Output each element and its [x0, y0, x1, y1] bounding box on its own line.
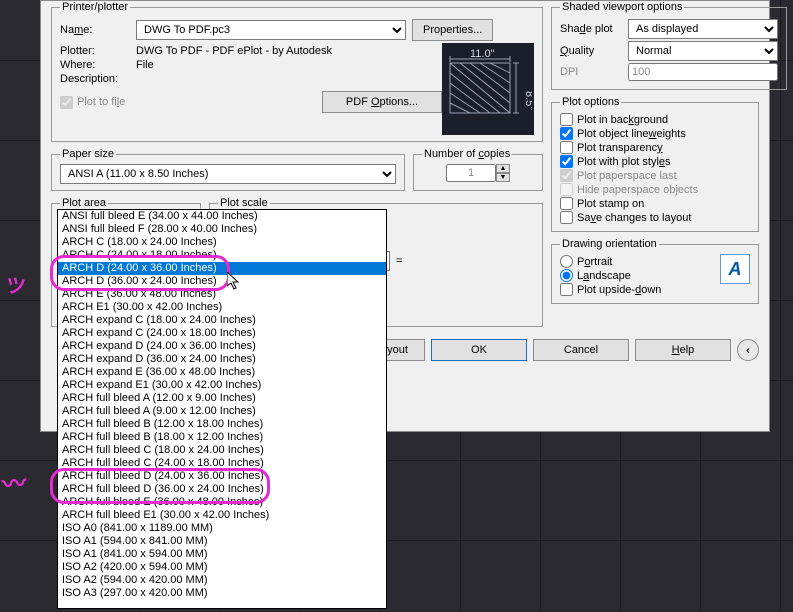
paper-size-option[interactable]: ARCH full bleed C (24.00 x 18.00 Inches) — [58, 457, 386, 470]
plot-area-legend: Plot area — [60, 197, 108, 209]
plot-transparency-label: Plot transparency — [577, 142, 663, 154]
pdf-options-button[interactable]: PDF Options... — [322, 91, 442, 113]
orientation-legend: Drawing orientation — [560, 238, 659, 250]
paper-size-option[interactable]: ARCH full bleed E1 (30.00 x 42.00 Inches… — [58, 509, 386, 522]
paper-size-option[interactable]: ARCH full bleed D (24.00 x 36.00 Inches) — [58, 470, 386, 483]
paper-size-option[interactable]: ARCH expand C (18.00 x 24.00 Inches) — [58, 314, 386, 327]
paper-size-option[interactable]: ISO A2 (594.00 x 420.00 MM) — [58, 574, 386, 587]
paper-size-option[interactable]: ARCH full bleed D (36.00 x 24.00 Inches) — [58, 483, 386, 496]
paper-size-option[interactable]: ARCH expand D (36.00 x 24.00 Inches) — [58, 353, 386, 366]
chevron-left-icon[interactable]: ‹ — [737, 339, 759, 361]
save-changes-checkbox[interactable] — [560, 211, 573, 224]
shade-plot-label: Shade plot — [560, 23, 622, 35]
printer-legend: Printer/plotter — [60, 1, 130, 13]
properties-button[interactable]: Properties... — [412, 19, 493, 41]
paper-size-option[interactable]: ANSI full bleed F (28.00 x 40.00 Inches) — [58, 223, 386, 236]
paper-size-option[interactable]: ARCH expand E (36.00 x 48.00 Inches) — [58, 366, 386, 379]
paper-size-option[interactable]: ARCH expand D (24.00 x 36.00 Inches) — [58, 340, 386, 353]
plot-stamp-label: Plot stamp on — [577, 198, 644, 210]
plot-lineweights-label: Plot object lineweights — [577, 128, 686, 140]
hide-paperspace-label: Hide paperspace objects — [577, 184, 698, 196]
description-label: Description: — [60, 73, 130, 85]
plot-stamp-checkbox[interactable] — [560, 197, 573, 210]
plot-options-group: Plot options Plot in background Plot obj… — [551, 96, 759, 232]
plot-styles-checkbox[interactable] — [560, 155, 573, 168]
plot-transparency-checkbox[interactable] — [560, 141, 573, 154]
landscape-radio[interactable] — [560, 269, 573, 282]
paper-size-option[interactable]: ARCH D (36.00 x 24.00 Inches) — [58, 275, 386, 288]
upside-down-label: Plot upside-down — [577, 284, 661, 296]
copies-legend: Number of copies — [422, 148, 512, 160]
paper-size-option[interactable]: ARCH expand E1 (30.00 x 42.00 Inches) — [58, 379, 386, 392]
shaded-viewport-group: Shaded viewport options Shade plot As di… — [551, 1, 787, 90]
save-changes-label: Save changes to layout — [577, 212, 691, 224]
paper-size-option[interactable]: ISO A0 (841.00 x 1189.00 MM) — [58, 522, 386, 535]
ok-button[interactable]: OK — [431, 339, 527, 361]
paper-size-option[interactable]: ISO A2 (420.00 x 594.00 MM) — [58, 561, 386, 574]
plot-to-file-label: Plot to file — [77, 96, 125, 108]
landscape-label: Landscape — [577, 270, 631, 282]
dpi-input — [628, 63, 778, 81]
plot-background-label: Plot in background — [577, 114, 668, 126]
orientation-a-icon: A — [720, 254, 750, 284]
plotter-label: Plotter: — [60, 45, 130, 57]
plot-lineweights-checkbox[interactable] — [560, 127, 573, 140]
paper-size-option[interactable]: ARCH C (24.00 x 18.00 Inches) — [58, 249, 386, 262]
paper-size-option[interactable]: ARCH full bleed B (12.00 x 18.00 Inches) — [58, 418, 386, 431]
quality-select[interactable]: Normal — [628, 41, 778, 61]
paper-size-dropdown-list[interactable]: ANSI full bleed E (34.00 x 44.00 Inches)… — [57, 209, 387, 609]
plot-paperspace-checkbox — [560, 169, 573, 182]
copies-input[interactable] — [446, 164, 496, 182]
dpi-label: DPI — [560, 66, 622, 78]
paper-size-option[interactable]: ANSI full bleed E (34.00 x 44.00 Inches) — [58, 210, 386, 223]
paper-size-option[interactable]: ISO A1 (841.00 x 594.00 MM) — [58, 548, 386, 561]
orientation-group: Drawing orientation Portrait Landscape P… — [551, 238, 759, 304]
preview-height: 8.5" — [523, 91, 532, 110]
quality-label: Quality — [560, 45, 622, 57]
preview-width: 11.0" — [470, 48, 495, 60]
paper-size-option[interactable]: ARCH E1 (30.00 x 42.00 Inches) — [58, 301, 386, 314]
shade-plot-select[interactable]: As displayed — [628, 19, 778, 39]
upside-down-checkbox[interactable] — [560, 283, 573, 296]
plot-options-legend: Plot options — [560, 96, 621, 108]
paper-size-option[interactable]: ISO A3 (297.00 x 420.00 MM) — [58, 587, 386, 600]
printer-plotter-group: Printer/plotter Name: DWG To PDF.pc3 Pro… — [51, 1, 543, 142]
paper-size-option[interactable]: ARCH expand C (24.00 x 18.00 Inches) — [58, 327, 386, 340]
plotter-value: DWG To PDF - PDF ePlot - by Autodesk — [136, 45, 332, 57]
name-label: Name: — [60, 24, 130, 36]
plot-paperspace-label: Plot paperspace last — [577, 170, 677, 182]
equals-label: = — [396, 255, 402, 267]
plot-background-checkbox[interactable] — [560, 113, 573, 126]
paper-size-option[interactable]: ARCH full bleed E (36.00 x 48.00 Inches) — [58, 496, 386, 509]
paper-size-option[interactable]: ARCH D (24.00 x 36.00 Inches) — [58, 262, 386, 275]
shaded-legend: Shaded viewport options — [560, 1, 684, 13]
portrait-label: Portrait — [577, 256, 612, 268]
where-value: File — [136, 59, 154, 71]
paper-size-option[interactable]: ARCH full bleed A (9.00 x 12.00 Inches) — [58, 405, 386, 418]
portrait-radio[interactable] — [560, 255, 573, 268]
plot-scale-legend: Plot scale — [218, 197, 270, 209]
paper-size-select[interactable]: ANSI A (11.00 x 8.50 Inches) — [60, 164, 396, 184]
paper-size-option[interactable]: ISO A1 (594.00 x 841.00 MM) — [58, 535, 386, 548]
paper-size-option[interactable]: ARCH C (18.00 x 24.00 Inches) — [58, 236, 386, 249]
plotter-preview: 11.0" 8.5" — [442, 43, 534, 135]
paper-size-group: Paper size ANSI A (11.00 x 8.50 Inches) — [51, 148, 405, 191]
paper-size-option[interactable]: ARCH full bleed C (18.00 x 24.00 Inches) — [58, 444, 386, 457]
help-button[interactable]: Help — [635, 339, 731, 361]
copies-spinner[interactable]: ▲▼ — [496, 164, 510, 182]
paper-size-option[interactable]: ARCH E (36.00 x 48.00 Inches) — [58, 288, 386, 301]
where-label: Where: — [60, 59, 130, 71]
paper-size-option[interactable]: ARCH full bleed A (12.00 x 9.00 Inches) — [58, 392, 386, 405]
plot-to-file-checkbox — [60, 96, 73, 109]
paper-size-legend: Paper size — [60, 148, 116, 160]
cancel-button[interactable]: Cancel — [533, 339, 629, 361]
copies-group: Number of copies ▲▼ — [413, 148, 543, 191]
paper-size-option[interactable]: ARCH full bleed B (18.00 x 12.00 Inches) — [58, 431, 386, 444]
plot-styles-label: Plot with plot styles — [577, 156, 671, 168]
hide-paperspace-checkbox — [560, 183, 573, 196]
printer-name-select[interactable]: DWG To PDF.pc3 — [136, 20, 406, 40]
